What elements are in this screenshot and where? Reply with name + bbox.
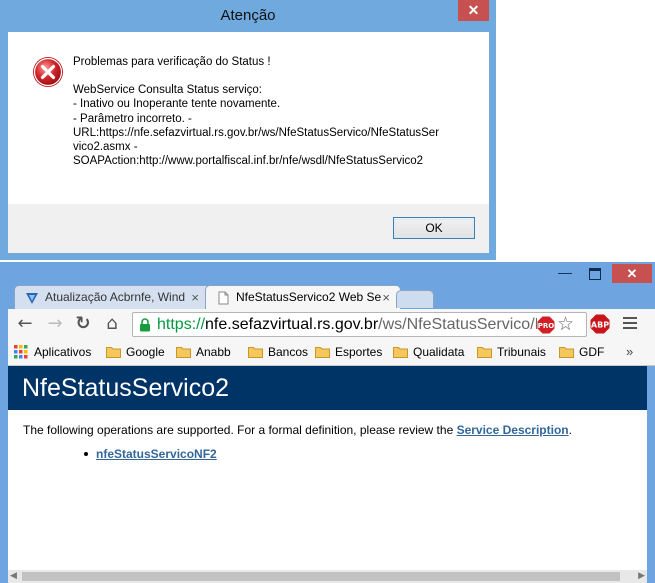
page-heading: NfeStatusServico2	[8, 366, 647, 410]
message-line: Problemas para verificação do Status !	[73, 56, 271, 68]
forward-button[interactable]: →	[44, 313, 66, 335]
back-button[interactable]: ←	[14, 313, 36, 335]
bookmark-label: Anabb	[196, 345, 231, 359]
url-host: nfe.sefazvirtual.rs.gov.br	[205, 316, 379, 333]
bookmark-label: Esportes	[335, 345, 383, 359]
operations-list: nfeStatusServicoNF2	[84, 447, 217, 461]
new-tab-button[interactable]	[396, 290, 434, 308]
message-line: - Inativo ou Inoperante tente novamente.	[73, 98, 281, 111]
page-icon	[218, 291, 229, 305]
tab-title: Atualização Acbrnfe, Wind	[45, 290, 186, 304]
dialog-close-button[interactable]: ✕	[458, 0, 489, 21]
browser-window: — ✕ Atualização Acbrnfe, Wind × NfeStatu…	[0, 262, 655, 583]
message-line: WebService Consulta Status serviço:	[73, 84, 262, 97]
maximize-button[interactable]	[585, 266, 605, 282]
bookmark-tribunais[interactable]: Tribunais	[477, 339, 546, 365]
bookmarks-overflow-button[interactable]: »	[626, 339, 633, 364]
folder-icon	[393, 346, 408, 358]
tab-close-icon[interactable]: ×	[382, 286, 390, 309]
scroll-thumb[interactable]	[22, 572, 620, 581]
tab-acbrnfe[interactable]: Atualização Acbrnfe, Wind ×	[14, 285, 210, 309]
bookmark-label: Qualidata	[413, 345, 465, 359]
operation-link[interactable]: nfeStatusServicoNF2	[96, 447, 217, 461]
tab-title: NfeStatusServico2 Web Se	[236, 290, 382, 304]
dialog-message: Problemas para verificação do Status ! W…	[73, 55, 473, 168]
bookmark-bancos[interactable]: Bancos	[248, 339, 308, 365]
menu-icon[interactable]	[623, 314, 637, 332]
list-item: nfeStatusServicoNF2	[84, 447, 217, 461]
horizontal-scrollbar[interactable]: ◀ ▶	[8, 570, 647, 583]
bullet-icon	[84, 451, 88, 456]
acbr-icon	[26, 293, 38, 304]
ok-button[interactable]: OK	[393, 217, 475, 239]
bookmarks-bar: Aplicativos Google Anabb Bancos Esportes…	[8, 339, 655, 366]
window-border	[647, 366, 655, 583]
bookmark-google[interactable]: Google	[106, 339, 165, 365]
error-dialog: Atenção ✕ Problemas para verificação do …	[0, 0, 496, 260]
folder-icon	[106, 346, 121, 358]
message-line: URL:https://nfe.sefazvirtual.rs.gov.br/w…	[73, 126, 440, 139]
dialog-title: Atenção	[220, 7, 276, 24]
tab-close-icon[interactable]: ×	[191, 286, 199, 309]
adblock-plus-icon[interactable]: ABP	[590, 314, 610, 334]
bookmark-esportes[interactable]: Esportes	[315, 339, 382, 365]
reload-button[interactable]: ↻	[72, 313, 94, 335]
lock-icon	[140, 318, 150, 332]
scroll-right-icon[interactable]: ▶	[638, 572, 645, 581]
bookmark-label: Tribunais	[497, 345, 546, 359]
intro-end: .	[568, 423, 572, 437]
window-close-button[interactable]: ✕	[612, 264, 652, 283]
dialog-body: Problemas para verificação do Status ! W…	[8, 32, 489, 253]
url-path: /ws/NfeStatusServico/N	[378, 316, 537, 333]
address-bar[interactable]: https://nfe.sefazvirtual.rs.gov.br/ws/Nf…	[132, 312, 587, 337]
url-text: https://nfe.sefazvirtual.rs.gov.br/ws/Nf…	[157, 313, 537, 336]
bookmark-label: Aplicativos	[34, 345, 92, 359]
minimize-button[interactable]: —	[555, 265, 575, 282]
message-line: vico2.asmx -	[73, 141, 138, 154]
home-button[interactable]: ⌂	[101, 313, 123, 335]
bookmark-label: Google	[126, 345, 165, 359]
folder-icon	[248, 346, 263, 358]
folder-icon	[477, 346, 492, 358]
bookmark-qualidata[interactable]: Qualidata	[393, 339, 464, 365]
maximize-icon	[589, 268, 601, 280]
tab-nfestatusservico2[interactable]: NfeStatusServico2 Web Se ×	[205, 285, 401, 309]
scroll-left-icon[interactable]: ◀	[10, 572, 17, 581]
bookmark-label: Bancos	[268, 345, 309, 359]
browser-toolbar: ← → ↻ ⌂ https://nfe.sefazvirtual.rs.gov.…	[8, 309, 655, 339]
message-line: - Parâmetro incorreto. -	[73, 112, 192, 125]
folder-icon	[315, 346, 330, 358]
error-icon	[33, 57, 63, 87]
apps-icon	[14, 344, 28, 359]
svg-text:ABP: ABP	[591, 321, 609, 330]
folder-icon	[176, 346, 191, 358]
pro-extension-icon[interactable]: PRO	[537, 316, 555, 334]
page-content: NfeStatusServico2 The following operatio…	[8, 366, 647, 579]
intro-text: The following operations are supported. …	[23, 423, 457, 437]
bookmark-aplicativos[interactable]: Aplicativos	[14, 339, 91, 365]
bookmark-gdf[interactable]: GDF	[559, 339, 604, 365]
message-line: SOAPAction:http://www.portalfiscal.inf.b…	[73, 155, 424, 168]
intro-paragraph: The following operations are supported. …	[23, 423, 647, 437]
url-scheme: https://	[157, 316, 206, 333]
svg-text:PRO: PRO	[538, 322, 555, 330]
bookmark-anabb[interactable]: Anabb	[176, 339, 231, 365]
bookmark-star-icon[interactable]: ☆	[557, 313, 574, 336]
folder-icon	[559, 346, 574, 358]
service-description-link[interactable]: Service Description	[457, 423, 569, 437]
bookmark-label: GDF	[579, 345, 605, 359]
